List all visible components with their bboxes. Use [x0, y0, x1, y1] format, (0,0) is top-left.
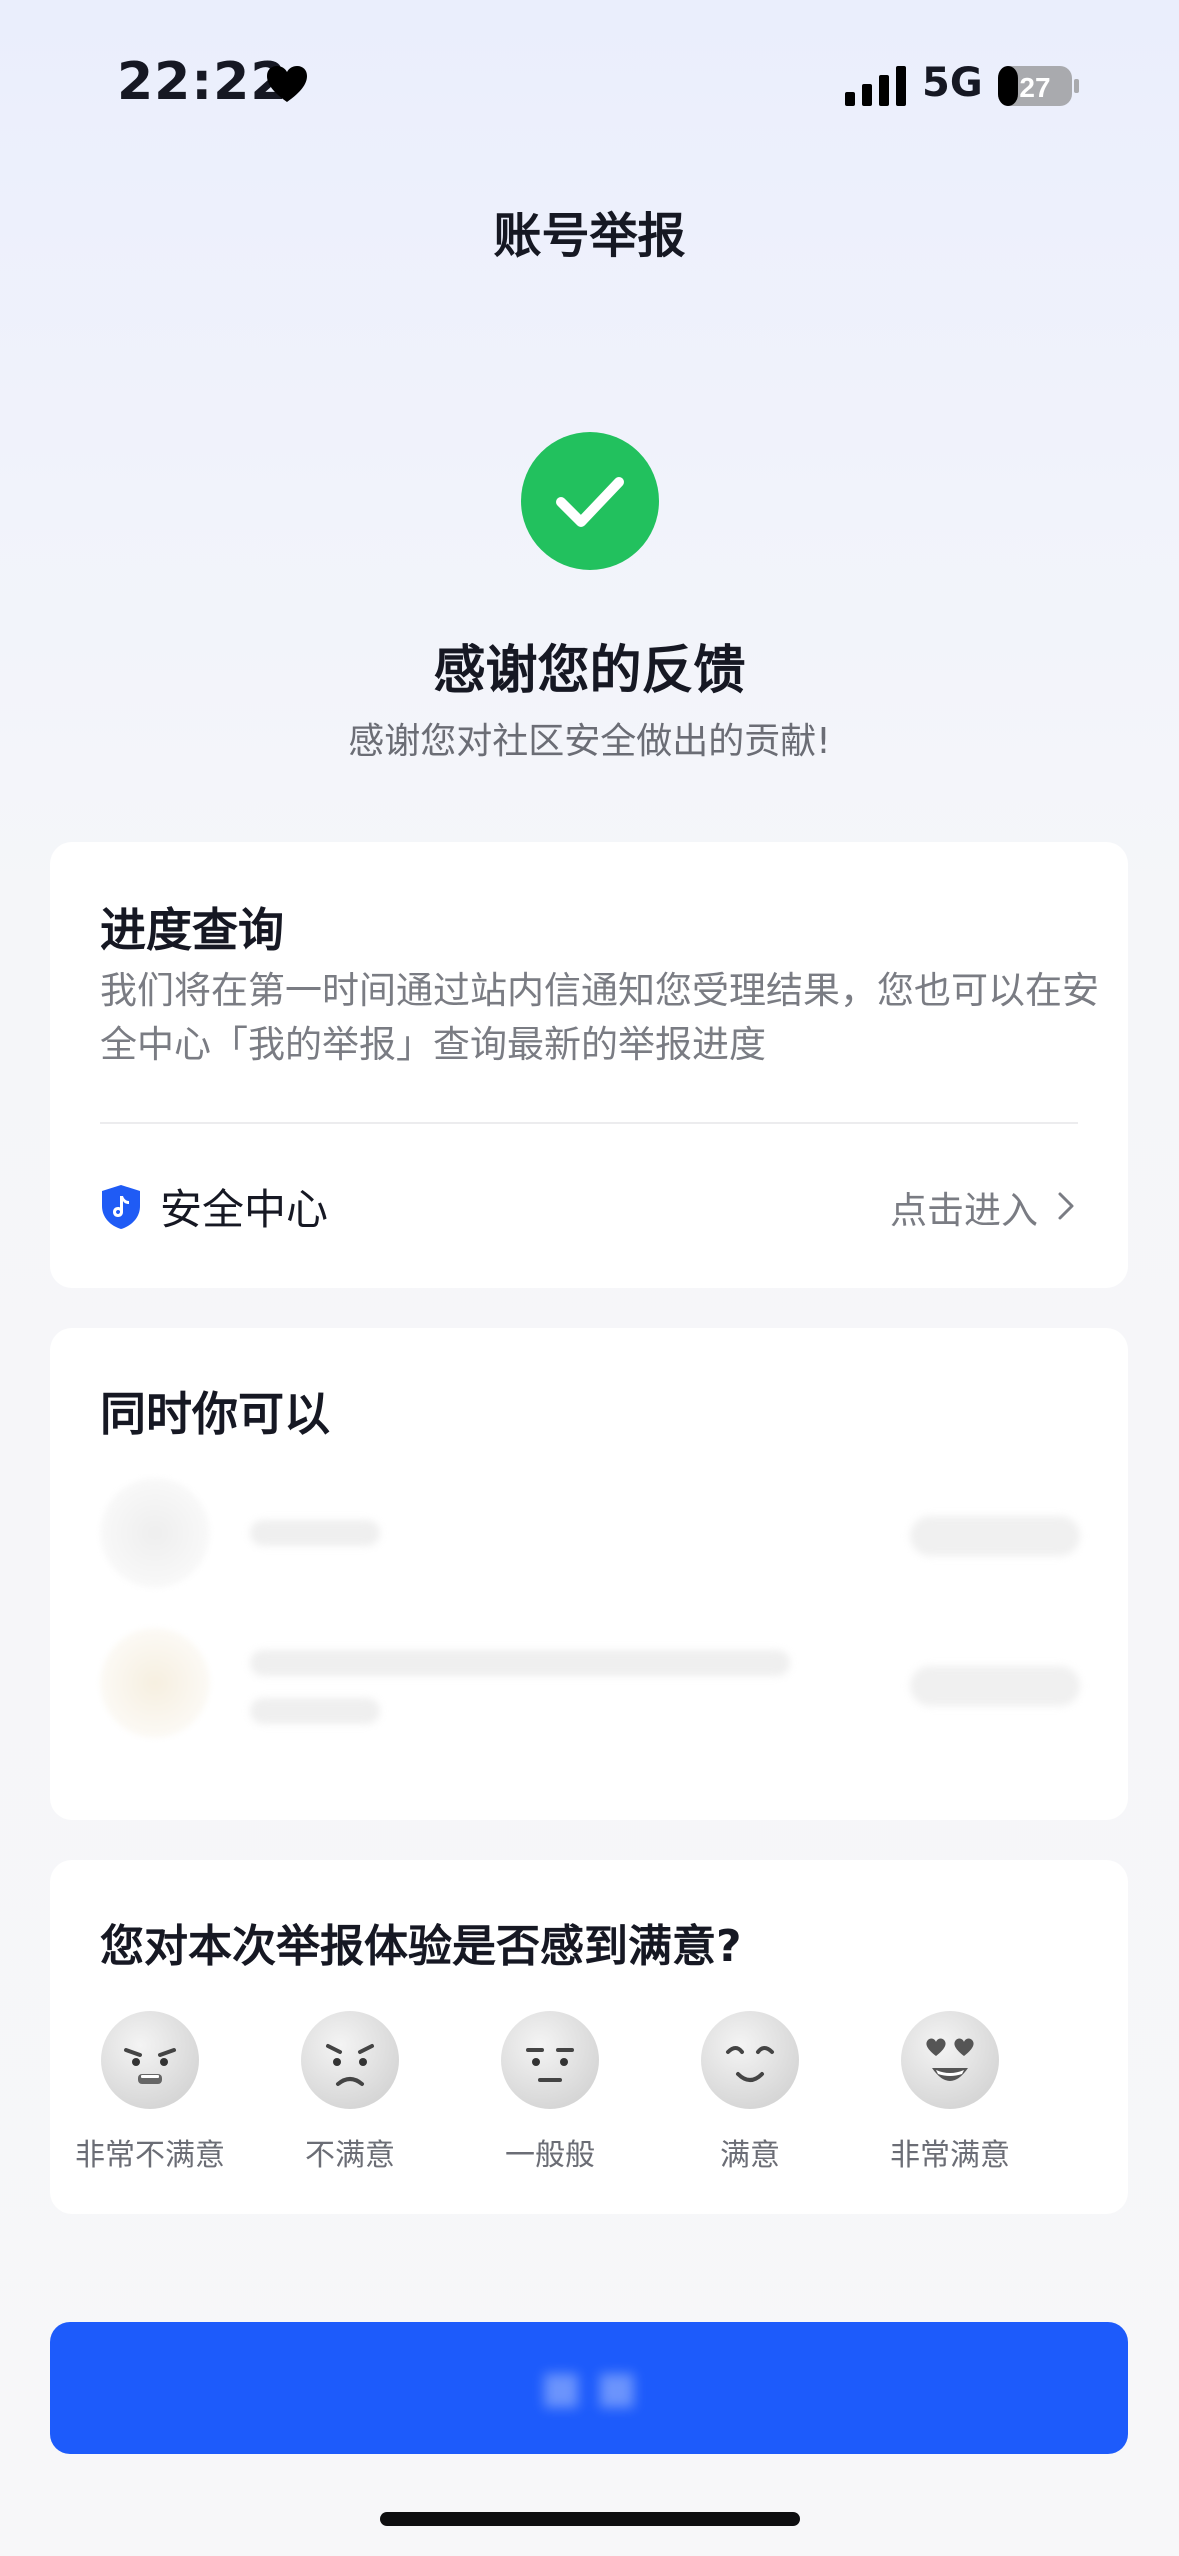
primary-bottom-button[interactable]: ■ ■: [50, 2322, 1128, 2454]
survey-title: 您对本次举报体验是否感到满意?: [100, 1921, 742, 1972]
rating-neutral[interactable]: 一般般: [450, 2010, 650, 2190]
rating-label: 不满意: [305, 2138, 395, 2173]
home-indicator[interactable]: [380, 2512, 800, 2526]
heart-icon: [267, 66, 307, 102]
success-check-icon: [521, 432, 659, 570]
dissatisfied-face-icon: [301, 2011, 399, 2109]
cellular-signal-icon: [845, 66, 906, 106]
progress-card: 进度查询 我们将在第一时间通过站内信通知您受理结果，您也可以在安全中心「我的举报…: [50, 842, 1128, 1288]
rating-label: 一般般: [505, 2138, 595, 2173]
obscured-action[interactable]: [910, 1516, 1080, 1556]
satisfied-face-icon: [701, 2011, 799, 2109]
rating-satisfied[interactable]: 满意: [650, 2010, 850, 2190]
battery-level-text: 27: [1019, 72, 1050, 103]
status-bar: 22:22 5G 27: [0, 0, 1179, 170]
rating-dissatisfied[interactable]: 不满意: [250, 2010, 450, 2190]
also-you-can-card: 同时你可以: [50, 1328, 1128, 1820]
security-center-label: 安全中心: [160, 1185, 329, 1234]
rating-label: 非常满意: [890, 2138, 1010, 2173]
very-satisfied-face-icon: [901, 2011, 999, 2109]
rating-very-satisfied[interactable]: 非常满意: [850, 2010, 1050, 2190]
obscured-text: [250, 1650, 790, 1676]
obscured-button-label: ■ ■: [540, 2362, 638, 2413]
satisfaction-options: 非常不满意 不满意 一般般 满意 非常满意: [50, 2010, 1128, 2190]
security-shield-icon: [102, 1185, 140, 1229]
enter-link[interactable]: 点击进入: [890, 1180, 1038, 1234]
obscured-action[interactable]: [910, 1666, 1080, 1706]
success-title: 感谢您的反馈: [433, 641, 746, 701]
progress-card-title: 进度查询: [100, 903, 284, 957]
rating-very-dissatisfied[interactable]: 非常不满意: [50, 2010, 250, 2190]
very-dissatisfied-face-icon: [101, 2011, 199, 2109]
security-center-row[interactable]: 安全中心 点击进入: [50, 1124, 1128, 1288]
obscured-suggestion-row[interactable]: [100, 1478, 1080, 1588]
rating-label: 满意: [720, 2138, 780, 2173]
battery-icon: 27: [998, 66, 1079, 106]
page-title: 账号举报: [493, 208, 686, 264]
chevron-right-icon: [1058, 1192, 1074, 1220]
obscured-avatar: [100, 1478, 210, 1588]
also-card-title: 同时你可以: [100, 1387, 330, 1441]
network-type: 5G: [922, 60, 983, 106]
obscured-avatar: [100, 1628, 210, 1738]
progress-card-description: 我们将在第一时间通过站内信通知您受理结果，您也可以在安全中心「我的举报」查询最新…: [100, 969, 1099, 1066]
obscured-text: [250, 1520, 380, 1546]
obscured-suggestion-row[interactable]: [100, 1628, 1080, 1738]
obscured-text: [250, 1698, 380, 1724]
satisfaction-survey-card: 您对本次举报体验是否感到满意? 非常不满意 不满意 一般般 满意 非常满意: [50, 1860, 1128, 2214]
success-subtitle: 感谢您对社区安全做出的贡献!: [348, 721, 831, 762]
status-time: 22:22: [117, 52, 288, 112]
neutral-face-icon: [501, 2011, 599, 2109]
rating-label: 非常不满意: [75, 2138, 225, 2173]
